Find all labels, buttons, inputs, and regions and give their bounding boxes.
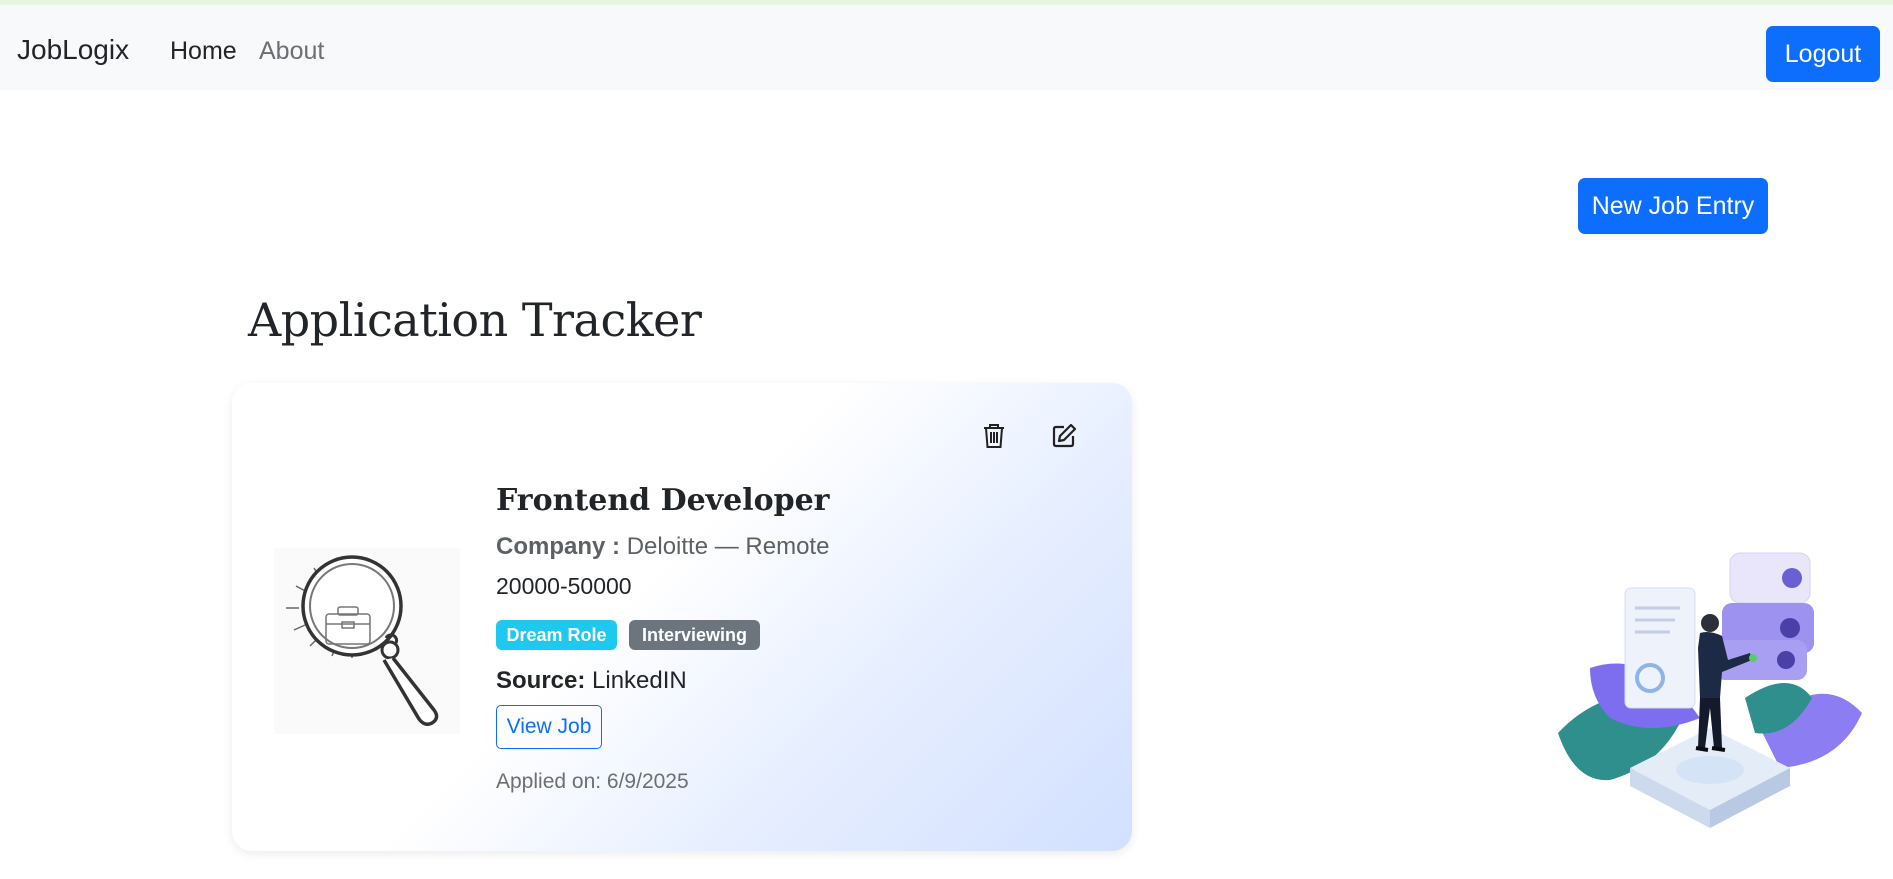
job-logo <box>274 548 460 734</box>
edit-job-button[interactable] <box>1047 419 1081 453</box>
nav-link-about[interactable]: About <box>259 37 324 66</box>
source-line: Source: LinkedIN <box>496 667 687 695</box>
trash-icon <box>984 424 1004 448</box>
job-title: Frontend Developer <box>496 483 830 518</box>
brand-logo[interactable]: JobLogix <box>17 34 129 66</box>
navbar: JobLogix Home About Logout <box>0 5 1893 90</box>
nav-link-home[interactable]: Home <box>170 37 237 66</box>
dream-role-badge: Dream Role <box>496 620 617 650</box>
company-line: Company : Deloitte — Remote <box>496 533 829 561</box>
salary-range: 20000-50000 <box>496 573 632 599</box>
logout-button[interactable]: Logout <box>1766 26 1880 82</box>
company-value: Deloitte — Remote <box>626 533 830 560</box>
source-value: LinkedIN <box>592 667 687 694</box>
view-job-button[interactable]: View Job <box>496 705 602 749</box>
edit-icon <box>1052 423 1077 448</box>
source-label: Source: <box>496 667 586 694</box>
company-label: Company : <box>496 533 621 560</box>
business-illustration <box>1550 548 1870 838</box>
status-badge: Interviewing <box>629 620 760 650</box>
magnifier-briefcase-logo <box>286 555 439 727</box>
applied-date: Applied on: 6/9/2025 <box>496 770 689 793</box>
new-job-entry-button[interactable]: New Job Entry <box>1578 178 1768 234</box>
delete-job-button[interactable] <box>977 419 1011 453</box>
page-title: Application Tracker <box>248 293 702 347</box>
